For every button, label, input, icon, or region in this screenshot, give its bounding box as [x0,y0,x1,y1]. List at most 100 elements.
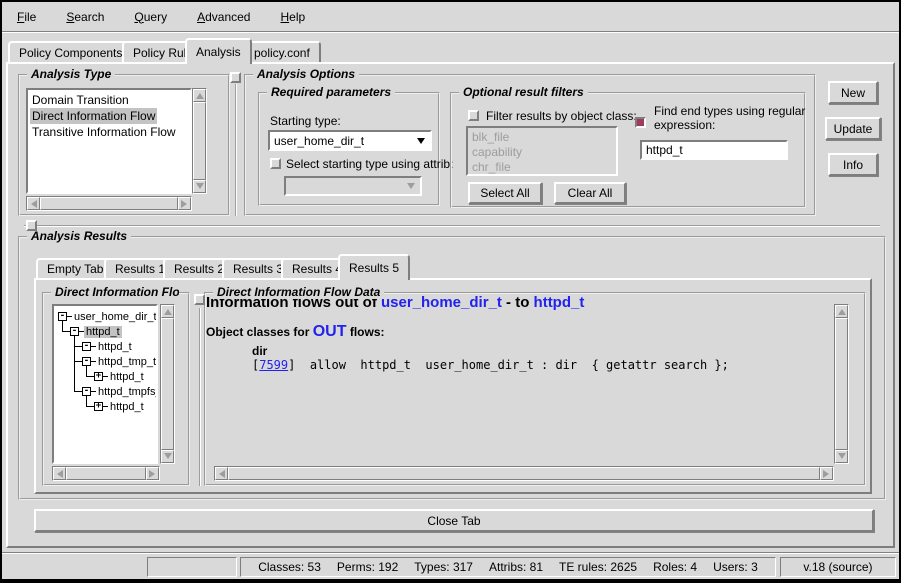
tree-collapse-icon[interactable]: - [70,327,79,336]
stat-users: Users: 3 [713,560,758,574]
scroll-thumb[interactable] [193,102,206,180]
status-stats: Classes: 53 Perms: 192 Types: 317 Attrib… [240,557,776,577]
optional-filters-group: Optional result filters Filter results b… [450,92,806,208]
scroll-thumb[interactable] [66,467,146,480]
flow-data-text[interactable]: Information flows out of user_home_dir_t… [206,294,824,454]
tree-node[interactable]: -httpd_t [82,340,134,353]
results-sash[interactable] [24,225,880,226]
menu-help[interactable]: Help [271,7,314,27]
tree-collapse-icon[interactable]: - [82,357,91,366]
analysis-options-title: Analysis Options [253,67,359,81]
regex-label-line2: expression: [654,118,715,132]
scroll-up-arrow[interactable] [161,305,174,318]
close-tab-button[interactable]: Close Tab [34,509,874,532]
regex-input[interactable]: httpd_t [640,140,788,160]
tree-collapse-icon[interactable]: - [82,387,91,396]
clear-all-button[interactable]: Clear All [554,182,626,204]
update-button[interactable]: Update [825,117,881,140]
scroll-left-arrow[interactable] [215,467,228,480]
attrib-checkbox[interactable] [270,158,281,169]
scroll-right-arrow[interactable] [146,467,159,480]
analysis-type-item[interactable]: Transitive Information Flow [30,124,188,140]
flow-data-hscrollbar[interactable] [214,466,834,481]
tab-policy-conf[interactable]: policy.conf [243,41,321,62]
analysis-tab-frame: Analysis Type Domain Transition Direct I… [6,62,895,548]
analysis-results-group: Analysis Results Empty Tab Results 1 Res… [18,236,886,500]
tree-collapse-icon[interactable]: - [58,312,67,321]
tab-analysis[interactable]: Analysis [185,38,252,64]
tree-connector [74,361,82,362]
analysis-type-item-selected[interactable]: Direct Information Flow [30,108,157,124]
flow-tree[interactable]: -user_home_dir_t -httpd_t -httpd_t -http… [52,304,158,464]
tree-node[interactable]: -httpd_tmpfs_t [82,385,158,398]
scroll-thumb[interactable] [228,467,820,480]
regex-checkbox[interactable] [635,117,646,128]
scroll-up-arrow[interactable] [193,89,206,102]
stat-attribs: Attribs: 81 [489,560,543,574]
combobox-arrow-icon[interactable] [413,133,429,148]
tree-data-sash-handle[interactable] [194,294,205,305]
scroll-down-arrow[interactable] [161,450,174,463]
tree-node[interactable]: +httpd_t [94,400,146,413]
tree-collapse-icon[interactable]: - [82,342,91,351]
pane-sash-handle[interactable] [230,72,241,83]
scroll-up-arrow[interactable] [835,305,848,318]
optional-filters-title: Optional result filters [459,85,588,99]
results-tab-5-active[interactable]: Results 5 [338,254,410,280]
select-all-button[interactable]: Select All [468,182,542,204]
flow-tree-title: Direct Information Flow T [51,285,179,299]
menu-advanced[interactable]: Advanced [188,7,259,27]
filter-by-class-label: Filter results by object class: [486,109,637,123]
new-button[interactable]: New [828,81,878,104]
tree-connector [62,331,70,332]
apol-window: File Search Query Advanced Help Policy C… [0,0,901,583]
tree-expand-icon[interactable]: + [94,402,103,411]
scroll-thumb[interactable] [161,318,174,450]
tree-node[interactable]: -httpd_tmp_t [82,355,158,368]
scroll-down-arrow[interactable] [193,180,206,193]
flow-tree-vscrollbar[interactable] [160,304,175,464]
tree-node-selected[interactable]: -httpd_t [70,325,122,338]
tree-connector [74,346,82,347]
scroll-thumb[interactable] [835,318,848,450]
tab-policy-components[interactable]: Policy Components [8,41,133,62]
starting-type-combobox[interactable]: user_home_dir_t [268,130,432,151]
required-parameters-group: Required parameters Starting type: user_… [258,92,440,206]
results-sash-handle[interactable] [26,220,37,231]
stat-perms: Perms: 192 [337,560,398,574]
analysis-type-hscrollbar[interactable] [26,196,192,211]
tree-node[interactable]: +httpd_t [94,370,146,383]
flow-tree-hscrollbar[interactable] [52,466,160,481]
scroll-down-arrow[interactable] [835,450,848,463]
filter-by-class-checkbox[interactable] [468,110,479,121]
regex-label-line1: Find end types using regular [654,104,805,118]
rule-id-link[interactable]: 7599 [259,358,288,372]
menu-query[interactable]: Query [125,7,176,27]
scroll-thumb[interactable] [40,197,178,210]
scroll-left-arrow[interactable] [53,467,66,480]
scroll-left-arrow[interactable] [27,197,40,210]
stat-te-rules: TE rules: 2625 [559,560,637,574]
analysis-options-group: Analysis Options Required parameters Sta… [244,74,816,216]
tree-node[interactable]: -user_home_dir_t [58,310,158,323]
info-button[interactable]: Info [828,153,878,176]
analysis-type-listbox[interactable]: Domain Transition Direct Information Flo… [26,88,192,194]
pane-sash[interactable] [235,84,236,216]
status-bar: Classes: 53 Perms: 192 Types: 317 Attrib… [2,552,899,579]
flow-data-vscrollbar[interactable] [834,304,849,464]
flow-tree-group: Direct Information Flow T [42,292,190,486]
results-tab-empty[interactable]: Empty Tab [36,258,114,278]
menu-search[interactable]: Search [57,7,113,27]
analysis-type-item[interactable]: Domain Transition [30,92,188,108]
starting-type-label: Starting type: [270,114,341,128]
menu-file[interactable]: File [8,7,45,27]
stat-roles: Roles: 4 [653,560,697,574]
analysis-type-vscrollbar[interactable] [192,88,207,194]
analysis-results-title: Analysis Results [27,229,131,243]
scroll-right-arrow[interactable] [820,467,833,480]
tree-data-sash[interactable] [199,308,200,486]
stat-classes: Classes: 53 [258,560,321,574]
required-parameters-title: Required parameters [267,85,395,99]
tree-expand-icon[interactable]: + [94,372,103,381]
scroll-right-arrow[interactable] [178,197,191,210]
